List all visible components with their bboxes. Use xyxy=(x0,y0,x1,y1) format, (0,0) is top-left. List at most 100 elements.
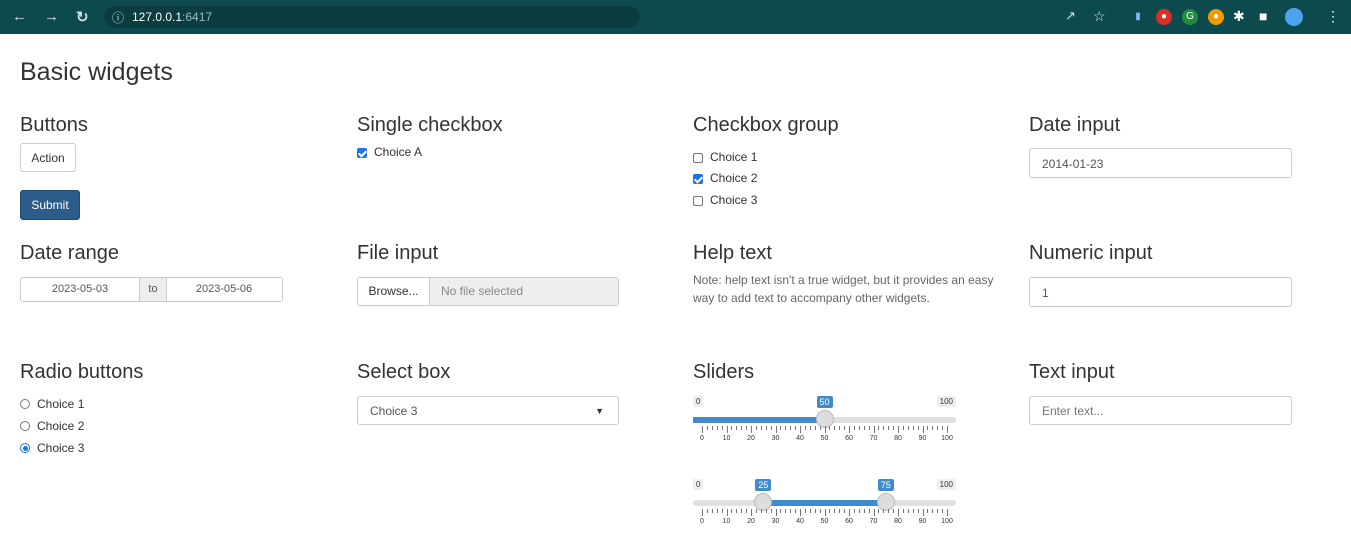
slider-tick xyxy=(863,509,865,513)
slider-tick xyxy=(932,426,934,430)
radio-choice-3-label: Choice 3 xyxy=(37,441,85,455)
file-name-field: No file selected xyxy=(430,278,618,305)
slider-tick xyxy=(902,426,904,430)
slider-tick-label: 10 xyxy=(722,435,731,442)
slider-tick xyxy=(829,509,831,513)
file-input-group: Browse... No file selected xyxy=(357,277,619,306)
numeric-input-title: Numeric input xyxy=(1029,242,1153,264)
slider-tick xyxy=(839,426,841,430)
slider-tick-label: 30 xyxy=(771,435,780,442)
extension-orange-icon[interactable]: ● xyxy=(1208,9,1224,25)
slider-tick xyxy=(736,426,738,430)
slider-tick xyxy=(814,426,816,430)
select-box[interactable]: Choice 3 ▼ xyxy=(357,396,619,425)
slider-tick xyxy=(907,426,909,430)
checkbox-choice-1[interactable] xyxy=(693,153,703,163)
slider-tick xyxy=(804,426,806,430)
slider-tick-label: 60 xyxy=(845,435,853,442)
text-input[interactable]: Enter text... xyxy=(1029,396,1292,425)
extension-grammarly-icon[interactable]: G xyxy=(1182,9,1198,25)
help-text-line-1: Note: help text isn't a true widget, but… xyxy=(693,273,994,287)
site-info-icon[interactable]: ⓘ xyxy=(112,9,124,26)
slider-value-label: 50 xyxy=(816,396,833,408)
slider-tick xyxy=(839,509,841,513)
date-range-start[interactable]: 2023-05-03 xyxy=(21,278,139,301)
slider-tick xyxy=(721,426,723,430)
action-button[interactable]: Action xyxy=(20,143,76,172)
browse-button[interactable]: Browse... xyxy=(358,278,430,305)
extension-red-icon[interactable]: ● xyxy=(1156,9,1172,25)
date-input[interactable]: 2014-01-23 xyxy=(1029,148,1292,178)
range-slider-ticks xyxy=(693,509,956,517)
slider-tick xyxy=(751,426,752,433)
profile-avatar[interactable] xyxy=(1285,8,1303,26)
range-slider[interactable]: 0 100 25 75 0 10 20 30 40 50 60 70 80 90 100 xyxy=(693,479,956,534)
single-slider[interactable]: 0 100 50 0 10 20 30 40 50 60 70 80 90 100 xyxy=(693,396,956,451)
checkbox-choice-2[interactable] xyxy=(693,174,703,184)
slider-tick xyxy=(795,426,797,430)
bookmark-star-icon[interactable]: ☆ xyxy=(1093,8,1106,25)
slider-tick-label: 20 xyxy=(747,435,755,442)
slider-tick xyxy=(922,509,924,516)
slider-tick xyxy=(829,426,831,430)
slider-tick xyxy=(937,509,939,513)
radio-choice-3[interactable] xyxy=(20,443,30,453)
range-slider-fill xyxy=(763,500,886,506)
slider-tick-label: 60 xyxy=(845,518,853,525)
numeric-input[interactable]: 1 xyxy=(1029,277,1292,307)
slider-tick xyxy=(947,426,948,433)
submit-button[interactable]: Submit xyxy=(20,190,80,220)
slider-tick xyxy=(780,509,782,513)
slider-tick xyxy=(711,509,713,513)
slider-tick xyxy=(790,509,792,513)
slider-tick-label: 30 xyxy=(771,518,780,525)
slider-tick xyxy=(804,509,806,513)
radio-choice-1[interactable] xyxy=(20,399,30,409)
slider-tick xyxy=(760,426,762,430)
help-text-line-2: way to add text to accompany other widge… xyxy=(693,291,930,305)
range-slider-max-label: 100 xyxy=(936,479,956,490)
date-range-title: Date range xyxy=(20,242,119,264)
reload-icon[interactable]: ↻ xyxy=(76,8,89,26)
chevron-down-icon: ▼ xyxy=(595,406,604,416)
slider-tick xyxy=(755,509,757,513)
slider-tick xyxy=(809,509,811,513)
browser-toolbar: ← → ↻ ⓘ 127.0.0.1:6417 ↗ ☆ ▮ ● G ● ✱ ■ ⋮ xyxy=(0,0,1351,34)
menu-kebab-icon[interactable]: ⋮ xyxy=(1326,8,1340,25)
choice-a-label: Choice A xyxy=(374,145,423,159)
checkbox-choice-3[interactable] xyxy=(693,196,703,206)
slider-tick-label: 90 xyxy=(918,518,927,525)
slider-tick-label: 100 xyxy=(941,518,953,525)
back-icon[interactable]: ← xyxy=(12,8,27,25)
address-bar[interactable]: ⓘ 127.0.0.1:6417 xyxy=(104,6,640,28)
slider-tick xyxy=(844,509,846,513)
slider-tick xyxy=(731,509,733,513)
slider-tick xyxy=(912,426,914,430)
extensions-puzzle-icon[interactable]: ✱ xyxy=(1233,8,1245,25)
slider-tick-label: 70 xyxy=(869,435,878,442)
slider-tick xyxy=(907,509,909,513)
extension-cup-icon[interactable]: ▮ xyxy=(1130,9,1146,25)
slider-tick xyxy=(790,426,792,430)
date-range-separator: to xyxy=(139,278,167,301)
date-range-end[interactable]: 2023-05-06 xyxy=(166,278,282,301)
radio-choice-2[interactable] xyxy=(20,421,30,431)
slider-tick xyxy=(834,426,836,430)
slider-tick xyxy=(849,426,850,433)
url-text: 127.0.0.1:6417 xyxy=(132,10,212,24)
forward-icon[interactable]: → xyxy=(44,8,59,25)
slider-tick xyxy=(888,426,890,430)
side-panel-icon[interactable]: ■ xyxy=(1259,8,1267,24)
date-input-title: Date input xyxy=(1029,114,1121,136)
slider-tick xyxy=(868,509,870,513)
slider-tick-label: 90 xyxy=(918,435,927,442)
slider-tick xyxy=(780,426,782,430)
select-box-title: Select box xyxy=(357,361,451,383)
slider-tick xyxy=(932,509,934,513)
slider-tick-label: 80 xyxy=(894,435,902,442)
choice-a-checkbox[interactable] xyxy=(357,148,367,158)
slider-tick xyxy=(893,426,895,430)
slider-min-label: 0 xyxy=(693,396,704,407)
share-icon[interactable]: ↗ xyxy=(1065,8,1076,24)
slider-max-label: 100 xyxy=(936,396,956,407)
